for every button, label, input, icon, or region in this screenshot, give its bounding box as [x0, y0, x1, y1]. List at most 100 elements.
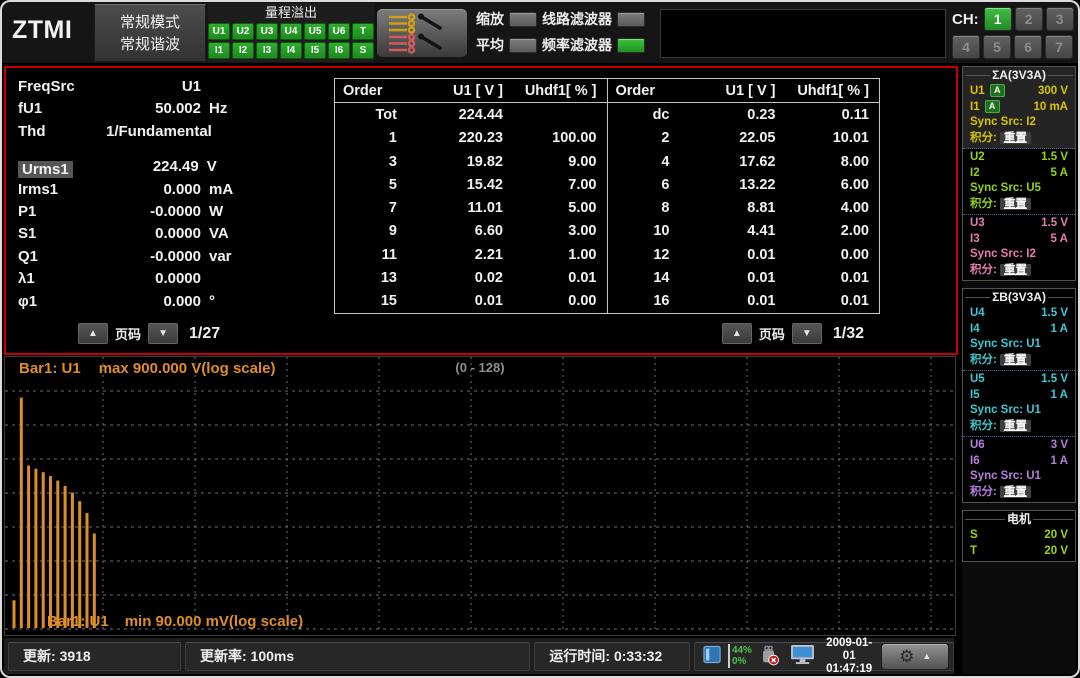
line-filter-toggle[interactable]	[617, 12, 645, 27]
measurement-row[interactable]: Urms1224.49V	[18, 158, 233, 180]
filter-panel: 缩放 线路滤波器 平均 频率滤波器	[476, 9, 654, 55]
measurement-row[interactable]: P1-0.0000W	[18, 203, 233, 225]
sidebar-section[interactable]: U51.5 VI51 ASync Src: U1积分:重置	[963, 371, 1075, 437]
range-overflow-indicator-i1: I1	[208, 42, 230, 59]
table-cell: 15.42	[397, 177, 503, 193]
integration-reset-button[interactable]: 重置	[1000, 264, 1031, 276]
table-cell: 12	[608, 247, 670, 263]
frequency-filter-toggle[interactable]	[617, 38, 645, 53]
page-label: 页码	[115, 324, 141, 343]
sync-source-label: Sync Src: U1	[963, 403, 1075, 419]
table-cell: 0.23	[670, 107, 776, 123]
channel-button-3[interactable]: 3	[1046, 7, 1074, 31]
channel-button-1[interactable]: 1	[984, 7, 1012, 31]
harmonic-bar-4	[42, 472, 45, 628]
table-cell: 13	[335, 270, 397, 286]
range-row: U51.5 V	[963, 372, 1075, 388]
usage-top: 44%	[732, 645, 752, 656]
channel-button-2[interactable]: 2	[1015, 7, 1043, 31]
table-row: 130.020.01	[335, 266, 607, 289]
page-down-button[interactable]: ▼	[148, 323, 178, 344]
table-cell: 8.00	[776, 154, 880, 170]
table-cell: 4.00	[776, 200, 880, 216]
element-sidebar: ΣA(3V3A)U1A300 VI1A10 mASync Src: I2积分:重…	[962, 66, 1076, 674]
sidebar-section[interactable]: U41.5 VI41 ASync Src: U1积分:重置	[963, 305, 1075, 371]
range-row: I1A10 mA	[963, 100, 1075, 116]
measurement-label: Thd	[18, 123, 106, 140]
table-cell: 0.02	[397, 270, 503, 286]
table-page-up-button[interactable]: ▲	[722, 323, 752, 344]
table-cell: 220.23	[397, 130, 503, 146]
range-row: U21.5 V	[963, 150, 1075, 166]
measurement-row[interactable]: Q1-0.0000var	[18, 248, 233, 270]
zoom-toggle[interactable]	[509, 12, 537, 27]
integration-reset-button[interactable]: 重置	[1000, 486, 1031, 498]
range-value: 5 A	[1051, 166, 1068, 182]
wiring-settings-button[interactable]	[376, 8, 468, 58]
measurement-row[interactable]: FreqSrcU1	[18, 78, 233, 100]
mode-selector-button[interactable]: 常规模式 常规谐波	[94, 4, 206, 62]
table-cell: 10	[608, 223, 670, 239]
range-overflow-indicator-i4: I4	[280, 42, 302, 59]
table-row: 1220.23100.00	[335, 127, 607, 150]
integration-reset-button[interactable]: 重置	[1000, 198, 1031, 210]
integration-reset-button[interactable]: 重置	[1000, 132, 1031, 144]
measurement-row[interactable]: S10.0000VA	[18, 225, 233, 247]
measurement-value: 0.000	[106, 293, 201, 310]
range-row: U41.5 V	[963, 306, 1075, 322]
harmonic-table-left: OrderU1 [ V ]Uhdf1[ % ]Tot224.441220.231…	[335, 79, 608, 313]
measurement-row[interactable]: Irms10.000mA	[18, 181, 233, 203]
table-cell: 7	[335, 200, 397, 216]
table-cell: 0.01	[670, 247, 776, 263]
table-header-row: OrderU1 [ V ]Uhdf1[ % ]	[608, 79, 880, 103]
caret-up-icon: ▲	[922, 651, 931, 661]
table-cell: 2.21	[397, 247, 503, 263]
measurement-row[interactable]: φ10.000°	[18, 293, 233, 315]
harmonic-bar-9	[78, 501, 81, 628]
table-cell: 5.00	[503, 200, 607, 216]
sidebar-group-title: ΣA(3V3A)	[963, 67, 1075, 83]
sidebar-section[interactable]: S20 VT20 V	[963, 527, 1075, 561]
harmonic-bar-5	[49, 476, 52, 628]
table-cell: Tot	[335, 107, 397, 123]
average-toggle[interactable]	[509, 38, 537, 53]
brand-logo: ZTMI	[12, 16, 72, 45]
integration-row: 积分:重置	[963, 485, 1075, 501]
range-value: 1 A	[1051, 322, 1068, 338]
sidebar-section[interactable]: U21.5 VI25 ASync Src: U5积分:重置	[963, 149, 1075, 215]
sidebar-section[interactable]: U31.5 VI35 ASync Src: I2积分:重置	[963, 215, 1075, 280]
element-name: I4	[970, 322, 980, 338]
integration-row: 积分:重置	[963, 197, 1075, 213]
element-name: I3	[970, 232, 980, 248]
settings-button[interactable]: ⚙ ▲	[881, 643, 949, 670]
disk-icon	[703, 645, 722, 667]
usage-gauge: 44% 0%	[728, 644, 752, 668]
integration-reset-button[interactable]: 重置	[1000, 354, 1031, 366]
channel-button-5[interactable]: 5	[983, 35, 1011, 59]
element-name: I5	[970, 388, 980, 404]
range-overflow-indicator-u4: U4	[280, 23, 302, 40]
range-value: 3 V	[1051, 438, 1068, 454]
table-cell: 7.00	[503, 177, 607, 193]
integration-row: 积分:重置	[963, 419, 1075, 435]
integration-row: 积分:重置	[963, 353, 1075, 369]
measurement-row[interactable]: λ10.0000	[18, 270, 233, 292]
table-page-down-button[interactable]: ▼	[792, 323, 822, 344]
channel-button-6[interactable]: 6	[1014, 35, 1042, 59]
table-cell: 6	[608, 177, 670, 193]
sidebar-section[interactable]: U1A300 VI1A10 mASync Src: I2积分:重置	[963, 83, 1075, 149]
measurement-row[interactable]: fU150.002Hz	[18, 100, 233, 122]
harmonic-table-pager: ▲ 页码 ▼ 1/32	[722, 323, 864, 344]
channel-button-7[interactable]: 7	[1045, 35, 1073, 59]
usb-error-icon[interactable]	[758, 644, 780, 669]
table-header-row: OrderU1 [ V ]Uhdf1[ % ]	[335, 79, 607, 103]
table-cell: 6.60	[397, 223, 503, 239]
measurement-label: φ1	[18, 293, 106, 310]
measurement-row[interactable]: Thd1/Fundamental	[18, 123, 233, 145]
sidebar-section[interactable]: U63 VI61 ASync Src: U1积分:重置	[963, 437, 1075, 502]
channel-button-4[interactable]: 4	[952, 35, 980, 59]
monitor-icon[interactable]	[790, 644, 815, 668]
integration-reset-button[interactable]: 重置	[1000, 420, 1031, 432]
page-up-button[interactable]: ▲	[78, 323, 108, 344]
range-overflow-indicator-u1: U1	[208, 23, 230, 40]
